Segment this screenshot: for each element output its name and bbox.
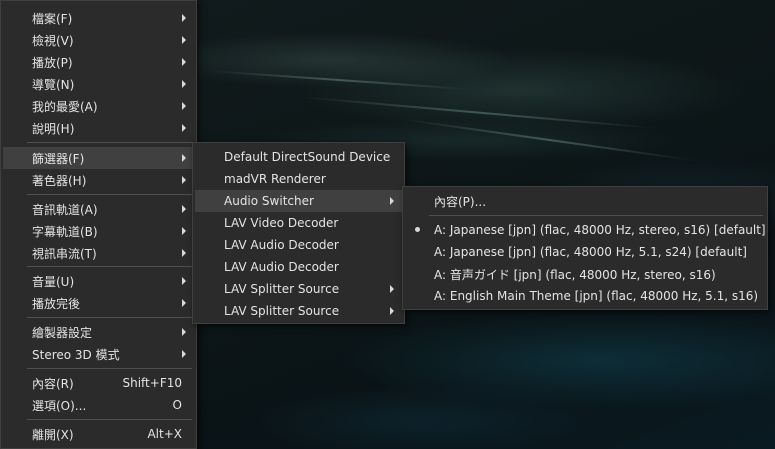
submenu-arrow-icon xyxy=(182,205,186,213)
submenu-arrow-icon xyxy=(182,124,186,132)
filter-item-lav-audio-decoder[interactable]: LAV Audio Decoder xyxy=(195,234,402,256)
menu-item-label: LAV Audio Decoder xyxy=(224,260,339,274)
filter-item-lav-audio-decoder[interactable]: LAV Audio Decoder xyxy=(195,256,402,278)
menu-item-label: 音訊軌道(A) xyxy=(32,202,98,217)
menu-separator xyxy=(27,142,192,143)
menu-item-label: LAV Splitter Source xyxy=(224,282,340,296)
menu-separator xyxy=(27,419,192,420)
submenu-arrow-icon xyxy=(182,102,186,110)
menu-separator xyxy=(429,215,763,216)
filter-item-directsound[interactable]: Default DirectSound Device xyxy=(195,146,402,168)
filter-item-lav-splitter-source[interactable]: LAV Splitter Source xyxy=(195,300,402,322)
filter-item-madvr[interactable]: madVR Renderer xyxy=(195,168,402,190)
menu-item-label: Default DirectSound Device xyxy=(224,150,391,164)
menu-item-view[interactable]: 檢視(V) xyxy=(3,29,194,51)
menu-separator xyxy=(27,368,192,369)
menu-item-file[interactable]: 檔案(F) xyxy=(3,7,194,29)
menu-item-label: 說明(H) xyxy=(32,121,75,136)
menu-item-shaders[interactable]: 著色器(H) xyxy=(3,169,194,191)
menu-item-audio-track[interactable]: 音訊軌道(A) xyxy=(3,198,194,220)
menu-item-label: A: 音声ガイド [jpn] (flac, 48000 Hz, stereo, … xyxy=(434,267,716,282)
menu-item-after-playback[interactable]: 播放完後 xyxy=(3,292,194,314)
menu-item-label: madVR Renderer xyxy=(224,172,326,186)
menu-item-label: 內容(P)... xyxy=(434,194,487,209)
menu-item-switcher-properties[interactable]: 內容(P)... xyxy=(405,190,765,212)
submenu-arrow-icon xyxy=(182,14,186,22)
submenu-arrow-icon xyxy=(182,80,186,88)
selected-bullet-icon xyxy=(415,227,420,232)
menu-item-stereo-3d-mode[interactable]: Stereo 3D 模式 xyxy=(3,343,194,365)
menu-item-label: Audio Switcher xyxy=(224,194,314,208)
menu-item-favorites[interactable]: 我的最愛(A) xyxy=(3,95,194,117)
menu-item-help[interactable]: 說明(H) xyxy=(3,117,194,139)
menu-separator xyxy=(27,266,192,267)
menu-item-label: LAV Video Decoder xyxy=(224,216,339,230)
menu-item-label: 著色器(H) xyxy=(32,173,87,188)
menu-item-volume[interactable]: 音量(U) xyxy=(3,270,194,292)
filter-item-audio-switcher[interactable]: Audio Switcher xyxy=(195,190,402,212)
menu-item-label: 檢視(V) xyxy=(32,33,74,48)
audio-track-item[interactable]: A: English Main Theme [jpn] (flac, 48000… xyxy=(405,285,765,307)
submenu-arrow-icon xyxy=(182,154,186,162)
menu-item-label: LAV Audio Decoder xyxy=(224,238,339,252)
menu-item-label: 篩選器(F) xyxy=(32,151,85,166)
menu-item-exit[interactable]: 離開(X) Alt+X xyxy=(3,423,194,445)
submenu-arrow-icon xyxy=(390,307,394,315)
audio-switcher-submenu: 內容(P)... A: Japanese [jpn] (flac, 48000 … xyxy=(402,186,768,310)
menu-item-label: 導覽(N) xyxy=(32,77,75,92)
menu-item-label: LAV Splitter Source xyxy=(224,304,340,318)
menu-item-label: 音量(U) xyxy=(32,274,75,289)
menu-item-label: 播放(P) xyxy=(32,55,73,70)
menu-item-label: 字幕軌道(B) xyxy=(32,224,98,239)
menu-item-shortcut: Shift+F10 xyxy=(122,376,182,390)
submenu-arrow-icon xyxy=(390,285,394,293)
menu-item-play[interactable]: 播放(P) xyxy=(3,51,194,73)
menu-item-label: 播放完後 xyxy=(32,296,81,311)
audio-track-item[interactable]: A: 音声ガイド [jpn] (flac, 48000 Hz, stereo, … xyxy=(405,263,765,285)
filter-item-lav-video-decoder[interactable]: LAV Video Decoder xyxy=(195,212,402,234)
submenu-arrow-icon xyxy=(182,249,186,257)
menu-item-subtitle-track[interactable]: 字幕軌道(B) xyxy=(3,220,194,242)
submenu-arrow-icon xyxy=(182,176,186,184)
menu-item-navigate[interactable]: 導覽(N) xyxy=(3,73,194,95)
submenu-arrow-icon xyxy=(182,36,186,44)
submenu-arrow-icon xyxy=(182,58,186,66)
menu-item-label: 檔案(F) xyxy=(32,11,73,26)
menu-item-video-stream[interactable]: 視訊串流(T) xyxy=(3,242,194,264)
submenu-arrow-icon xyxy=(182,277,186,285)
menu-item-filters[interactable]: 篩選器(F) xyxy=(3,147,194,169)
submenu-arrow-icon xyxy=(182,299,186,307)
menu-item-label: Stereo 3D 模式 xyxy=(32,347,120,362)
menu-item-label: A: Japanese [jpn] (flac, 48000 Hz, 5.1, … xyxy=(434,245,747,259)
menu-separator xyxy=(27,194,192,195)
menu-item-shortcut: Alt+X xyxy=(147,427,182,441)
menu-item-label: 內容(R) xyxy=(32,376,74,391)
menu-item-label: A: English Main Theme [jpn] (flac, 48000… xyxy=(434,289,759,303)
submenu-arrow-icon xyxy=(182,350,186,358)
menu-item-label: 視訊串流(T) xyxy=(32,246,97,261)
menu-item-shortcut: O xyxy=(172,398,182,412)
menu-item-options[interactable]: 選項(O)... O xyxy=(3,394,194,416)
filter-item-lav-splitter-source[interactable]: LAV Splitter Source xyxy=(195,278,402,300)
context-menu: 檔案(F) 檢視(V) 播放(P) 導覽(N) 我的最愛(A) 說明(H) 篩選… xyxy=(0,0,197,449)
menu-item-renderer-settings[interactable]: 繪製器設定 xyxy=(3,321,194,343)
menu-item-label: 選項(O)... xyxy=(32,398,87,413)
submenu-arrow-icon xyxy=(182,227,186,235)
audio-track-item[interactable]: A: Japanese [jpn] (flac, 48000 Hz, stere… xyxy=(405,219,766,241)
audio-track-item[interactable]: A: Japanese [jpn] (flac, 48000 Hz, 5.1, … xyxy=(405,241,765,263)
menu-item-label: A: Japanese [jpn] (flac, 48000 Hz, stere… xyxy=(434,223,766,237)
menu-separator xyxy=(27,317,192,318)
menu-item-label: 我的最愛(A) xyxy=(32,99,98,114)
filters-submenu: Default DirectSound Device madVR Rendere… xyxy=(192,142,405,324)
submenu-arrow-icon xyxy=(390,197,394,205)
submenu-arrow-icon xyxy=(182,328,186,336)
menu-item-label: 離開(X) xyxy=(32,427,74,442)
menu-item-label: 繪製器設定 xyxy=(32,325,93,340)
menu-item-properties[interactable]: 內容(R) Shift+F10 xyxy=(3,372,194,394)
